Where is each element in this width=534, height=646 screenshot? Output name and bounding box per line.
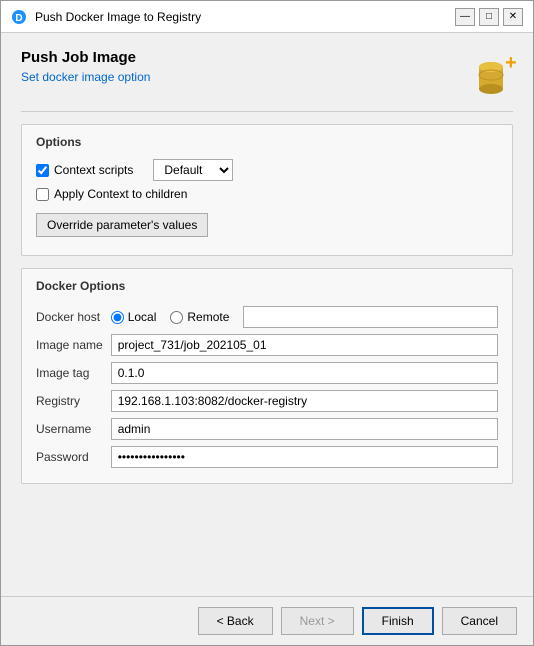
header-text: Push Job Image Set docker image option	[21, 49, 150, 84]
cancel-button[interactable]: Cancel	[442, 607, 517, 635]
image-tag-label: Image tag	[36, 359, 111, 387]
registry-label: Registry	[36, 387, 111, 415]
docker-title: Docker Options	[36, 279, 498, 293]
docker-host-radio-group: Local Remote	[111, 306, 498, 328]
svg-text:+: +	[505, 53, 517, 74]
apply-context-checkbox[interactable]	[36, 188, 49, 201]
page-title: Push Job Image	[21, 49, 150, 66]
override-btn-row: Override parameter's values	[36, 207, 498, 237]
remote-radio[interactable]	[170, 311, 183, 324]
registry-row: Registry	[36, 387, 498, 415]
options-title: Options	[36, 135, 498, 149]
registry-input[interactable]	[111, 390, 498, 412]
database-plus-icon: +	[469, 53, 509, 93]
password-label: Password	[36, 443, 111, 471]
content-area: Push Job Image Set docker image option	[1, 33, 533, 596]
header-icon-area: +	[465, 49, 513, 97]
image-tag-input[interactable]	[111, 362, 498, 384]
db-svg: +	[469, 53, 517, 101]
context-scripts-label[interactable]: Context scripts	[36, 163, 133, 177]
image-name-label: Image name	[36, 331, 111, 359]
override-parameters-button[interactable]: Override parameter's values	[36, 213, 208, 237]
image-name-row: Image name	[36, 331, 498, 359]
maximize-button[interactable]: □	[479, 8, 499, 26]
subtitle-text: Set docker	[21, 70, 82, 84]
window-controls: — □ ✕	[455, 8, 523, 26]
finish-button[interactable]: Finish	[362, 607, 434, 635]
header-divider	[21, 111, 513, 112]
back-button[interactable]: < Back	[198, 607, 273, 635]
page-subtitle: Set docker image option	[21, 70, 150, 84]
docker-host-row: Docker host Local Remote	[36, 303, 498, 331]
minimize-button[interactable]: —	[455, 8, 475, 26]
next-button[interactable]: Next >	[281, 607, 354, 635]
title-bar: D Push Docker Image to Registry — □ ✕	[1, 1, 533, 33]
subtitle-link[interactable]: image option	[82, 70, 151, 84]
apply-context-row: Apply Context to children	[36, 187, 498, 201]
docker-host-label: Docker host	[36, 303, 111, 331]
local-radio[interactable]	[111, 311, 124, 324]
bottom-bar: < Back Next > Finish Cancel	[1, 596, 533, 645]
options-section: Options Context scripts Default Apply Co…	[21, 124, 513, 256]
password-input[interactable]	[111, 446, 498, 468]
remote-host-input[interactable]	[243, 306, 498, 328]
window-title: Push Docker Image to Registry	[35, 10, 455, 24]
header-section: Push Job Image Set docker image option	[21, 49, 513, 97]
svg-text:D: D	[15, 13, 22, 24]
docker-section: Docker Options Docker host Local Remote	[21, 268, 513, 484]
remote-radio-label[interactable]: Remote	[170, 310, 229, 324]
username-row: Username	[36, 415, 498, 443]
image-name-input[interactable]	[111, 334, 498, 356]
username-input[interactable]	[111, 418, 498, 440]
spacer	[21, 496, 513, 586]
image-tag-row: Image tag	[36, 359, 498, 387]
remote-label: Remote	[187, 310, 229, 324]
context-scripts-checkbox[interactable]	[36, 164, 49, 177]
password-row: Password	[36, 443, 498, 471]
docker-form: Docker host Local Remote	[36, 303, 498, 471]
main-window: D Push Docker Image to Registry — □ ✕ Pu…	[0, 0, 534, 646]
window-icon: D	[11, 9, 27, 25]
local-label: Local	[128, 310, 157, 324]
context-scripts-row: Context scripts Default	[36, 159, 498, 181]
username-label: Username	[36, 415, 111, 443]
local-radio-label[interactable]: Local	[111, 310, 157, 324]
close-button[interactable]: ✕	[503, 8, 523, 26]
context-scripts-dropdown[interactable]: Default	[153, 159, 233, 181]
apply-context-label[interactable]: Apply Context to children	[36, 187, 187, 201]
